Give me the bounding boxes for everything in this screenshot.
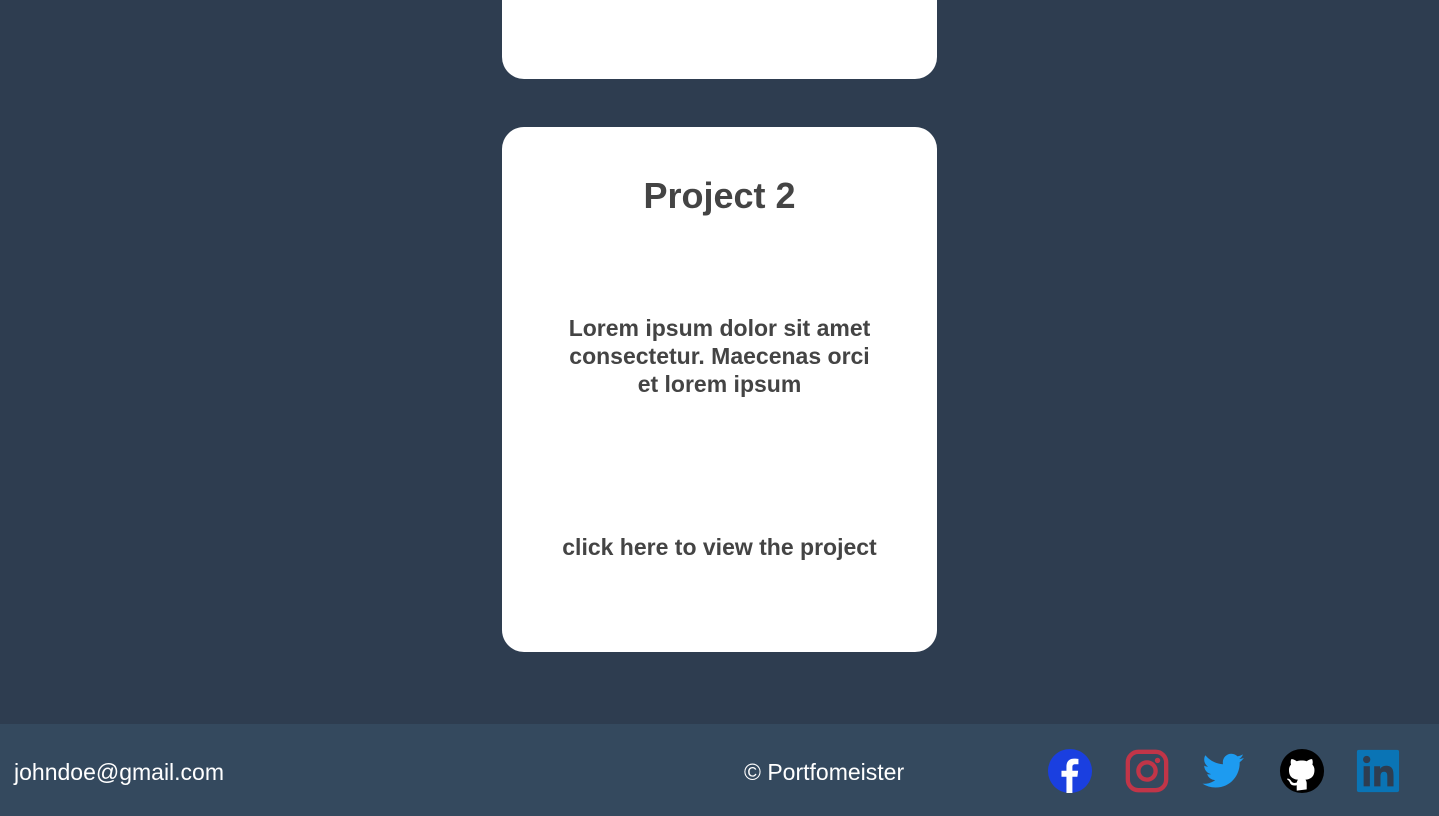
footer-email[interactable]: johndoe@gmail.com [14, 758, 224, 786]
project-title: Project 2 [643, 175, 796, 216]
project-card-2: Project 2 Lorem ipsum dolor sit amet con… [502, 127, 937, 652]
github-icon [1279, 748, 1325, 794]
footer-copyright: © Portfomeister [744, 759, 905, 785]
footer: johndoe@gmail.com © Portfomeister [0, 724, 1439, 816]
twitter-icon [1202, 753, 1245, 788]
instagram-icon [1125, 749, 1169, 793]
github-link[interactable] [1279, 748, 1325, 794]
instagram-link[interactable] [1124, 748, 1170, 794]
project-description: Lorem ipsum dolor sit amet consectetur. … [568, 315, 871, 397]
facebook-link[interactable] [1047, 748, 1093, 794]
view-project-link[interactable]: click here to view the project [502, 533, 937, 561]
twitter-link[interactable] [1200, 748, 1246, 794]
linkedin-icon [1356, 749, 1400, 793]
project-card-1 [502, 0, 937, 79]
page: Project 2 Lorem ipsum dolor sit amet con… [0, 0, 1439, 816]
linkedin-link[interactable] [1355, 748, 1401, 794]
facebook-icon [1047, 748, 1093, 794]
